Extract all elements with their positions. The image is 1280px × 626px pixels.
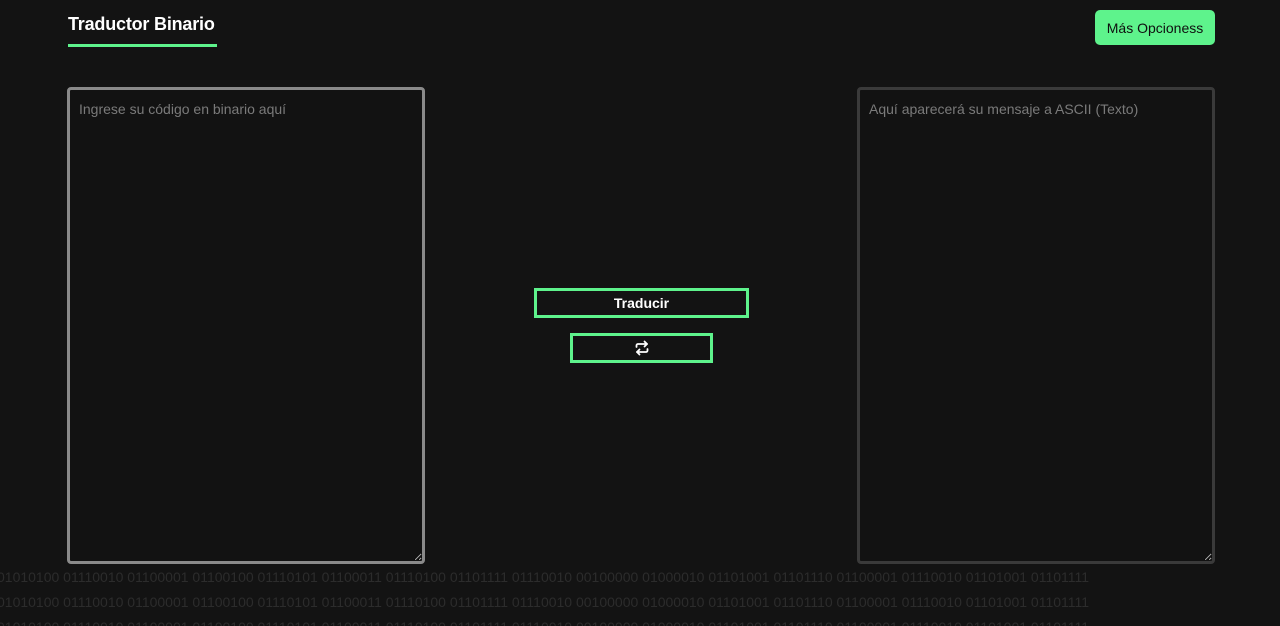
brand-title[interactable]: Traductor Binario xyxy=(68,14,215,35)
brand-underline xyxy=(68,44,217,47)
binary-input[interactable] xyxy=(67,87,425,564)
swap-arrows-icon xyxy=(634,340,650,356)
page: Traductor Binario Más Opcioness Traducir… xyxy=(0,0,1280,626)
more-options-button[interactable]: Más Opcioness xyxy=(1095,10,1215,45)
binary-background-line: 01010100 01110010 01100001 01100100 0111… xyxy=(0,594,1090,610)
swap-button[interactable] xyxy=(570,333,713,363)
ascii-output[interactable] xyxy=(857,87,1215,564)
translate-button[interactable]: Traducir xyxy=(534,288,749,318)
binary-background: 01010100 01110010 01100001 01100100 0111… xyxy=(0,565,1280,626)
binary-background-line: 01010100 01110010 01100001 01100100 0111… xyxy=(0,615,1280,626)
binary-background-line: 01010100 01110010 01100001 01100100 0111… xyxy=(0,569,1090,585)
